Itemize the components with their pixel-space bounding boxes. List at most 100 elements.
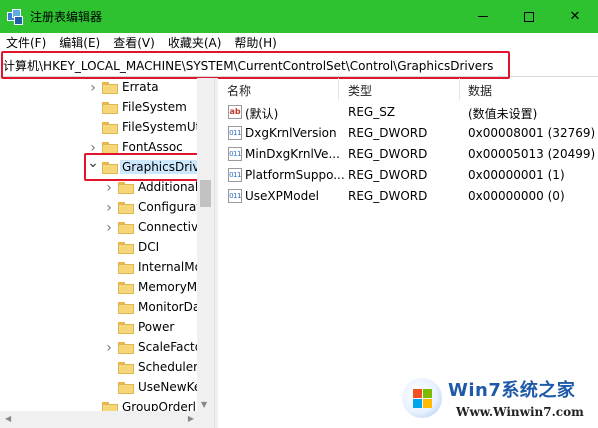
tree-item[interactable]: FileSystemUti [0, 118, 204, 138]
value-name: UseXPModel [245, 189, 319, 203]
value-name: DxgKrnlVersion [245, 126, 337, 140]
dword-value-icon: 011 [228, 147, 242, 161]
value-name: (默认) [245, 107, 279, 121]
tree-item-label: Additional [138, 180, 199, 194]
value-row[interactable]: 011 DxgKrnlVersion REG_DWORD 0x00008001 (32… [219, 123, 598, 144]
tree-item[interactable]: › Connectivi [0, 218, 201, 238]
tree-item[interactable]: MemoryM [0, 278, 197, 298]
tree-item-label: UseNewKe [138, 380, 202, 394]
value-data: 0x00000001 (1) [468, 168, 565, 182]
chevron-right-icon[interactable]: › [88, 80, 98, 96]
list-header: 名称 类型 数据 [219, 78, 598, 100]
value-name: PlatformSuppo... [245, 168, 345, 182]
chevron-right-icon[interactable]: › [104, 340, 114, 356]
site-watermark: Win7系统之家 Www.Winwin7.com [400, 374, 596, 426]
folder-icon [118, 342, 134, 354]
pane-splitter[interactable] [214, 78, 218, 428]
minimize-icon [478, 16, 488, 17]
tree-item[interactable]: Scheduler [0, 358, 199, 378]
dword-value-icon: 011 [228, 168, 242, 182]
regedit-app-icon [7, 8, 23, 25]
folder-icon [118, 302, 134, 314]
maximize-button[interactable] [506, 0, 552, 33]
menu-file[interactable]: 文件(F) [0, 34, 53, 51]
minimize-button[interactable] [460, 0, 506, 33]
folder-icon [118, 362, 134, 374]
scroll-down-icon[interactable]: ▼ [201, 400, 207, 409]
menu-edit[interactable]: 编辑(E) [53, 34, 107, 51]
tree-highlight-box [84, 153, 201, 181]
tree-item-label: FileSystemUti [122, 120, 204, 134]
chevron-right-icon[interactable]: › [104, 180, 114, 196]
watermark-title: Win7系统之家 [448, 380, 576, 401]
value-data: (数值未设置) [468, 107, 538, 121]
tree-item-label: Configurat [138, 200, 202, 214]
value-type: REG_SZ [348, 105, 396, 119]
column-name-header[interactable]: 名称 [227, 82, 251, 99]
title-bar[interactable]: 注册表编辑器 ✕ [0, 0, 598, 33]
value-row[interactable]: 011 PlatformSuppo... REG_DWORD 0x00000001 (… [219, 165, 598, 186]
tree-item-label: Scheduler [138, 360, 199, 374]
folder-icon [118, 322, 134, 334]
scroll-right-icon[interactable]: ▶ [188, 414, 194, 423]
chevron-right-icon[interactable]: › [104, 200, 114, 216]
folder-icon [118, 242, 134, 254]
windows-logo-icon [402, 378, 442, 418]
chevron-right-icon[interactable]: › [104, 220, 114, 236]
key-tree: › Errata FileSystem FileSystemUti › FontAssoc… [0, 78, 215, 428]
close-button[interactable]: ✕ [552, 0, 598, 33]
value-type: REG_DWORD [348, 189, 428, 203]
folder-icon [118, 382, 134, 394]
tree-item[interactable]: InternalMo [0, 258, 202, 278]
folder-icon [118, 262, 134, 274]
tree-item[interactable]: › ScaleFacto [0, 338, 202, 358]
value-type: REG_DWORD [348, 126, 428, 140]
folder-icon [118, 202, 134, 214]
tree-item-label: Connectivi [138, 220, 202, 234]
value-data: 0x00005013 (20499) [468, 147, 596, 161]
string-value-icon: ab [228, 105, 242, 119]
value-type: REG_DWORD [348, 168, 428, 182]
menu-help[interactable]: 帮助(H) [228, 34, 283, 51]
tree-item[interactable]: DCI [0, 238, 197, 258]
folder-icon [102, 102, 118, 114]
tree-item-label: ScaleFacto [138, 340, 203, 354]
address-highlight-box [1, 51, 510, 79]
value-row[interactable]: 011 MinDxgKrnlVe... REG_DWORD 0x00005013 (2… [219, 144, 598, 165]
tree-item[interactable]: MonitorDa [0, 298, 200, 318]
tree-horizontal-scrollbar[interactable]: ◀ ▶ [0, 411, 214, 428]
value-row[interactable]: ab (默认) REG_SZ (数值未设置) [219, 102, 598, 123]
tree-item[interactable]: › Configurat [0, 198, 201, 218]
tree-item[interactable]: FileSystem [0, 98, 197, 118]
tree-item-label: Errata [122, 80, 159, 94]
dword-value-icon: 011 [228, 126, 242, 140]
tree-item-label: MonitorDa [138, 300, 201, 314]
scroll-left-icon[interactable]: ◀ [5, 414, 11, 423]
tree-item[interactable]: › Errata [0, 78, 197, 98]
tree-item[interactable]: Power [0, 318, 197, 338]
value-data: 0x00008001 (32769) [468, 126, 596, 140]
tree-scroll-thumb[interactable] [200, 180, 211, 207]
folder-icon [102, 122, 118, 134]
folder-icon [118, 222, 134, 234]
menu-view[interactable]: 查看(V) [107, 34, 162, 51]
value-row[interactable]: 011 UseXPModel REG_DWORD 0x00000000 (0) [219, 186, 598, 207]
dword-value-icon: 011 [228, 189, 242, 203]
column-data-header[interactable]: 数据 [468, 82, 492, 99]
folder-icon [102, 82, 118, 94]
menu-bar: 文件(F) 编辑(E) 查看(V) 收藏夹(A) 帮助(H) [0, 33, 598, 52]
window-title: 注册表编辑器 [30, 10, 103, 24]
tree-item-label: InternalMo [138, 260, 202, 274]
tree-item[interactable]: › Additional [0, 178, 199, 198]
menu-favorites[interactable]: 收藏夹(A) [162, 34, 229, 51]
maximize-icon [524, 11, 534, 22]
tree-item-label: MemoryM [138, 280, 198, 294]
tree-item-label: DCI [138, 240, 160, 254]
tree-item-label: FontAssoc [122, 140, 183, 154]
tree-vertical-scrollbar[interactable]: ▼ [197, 78, 214, 411]
folder-icon [118, 282, 134, 294]
value-type: REG_DWORD [348, 147, 428, 161]
tree-item[interactable]: UseNewKe [0, 378, 201, 398]
chevron-right-icon[interactable]: › [88, 140, 98, 156]
column-type-header[interactable]: 类型 [348, 82, 372, 99]
